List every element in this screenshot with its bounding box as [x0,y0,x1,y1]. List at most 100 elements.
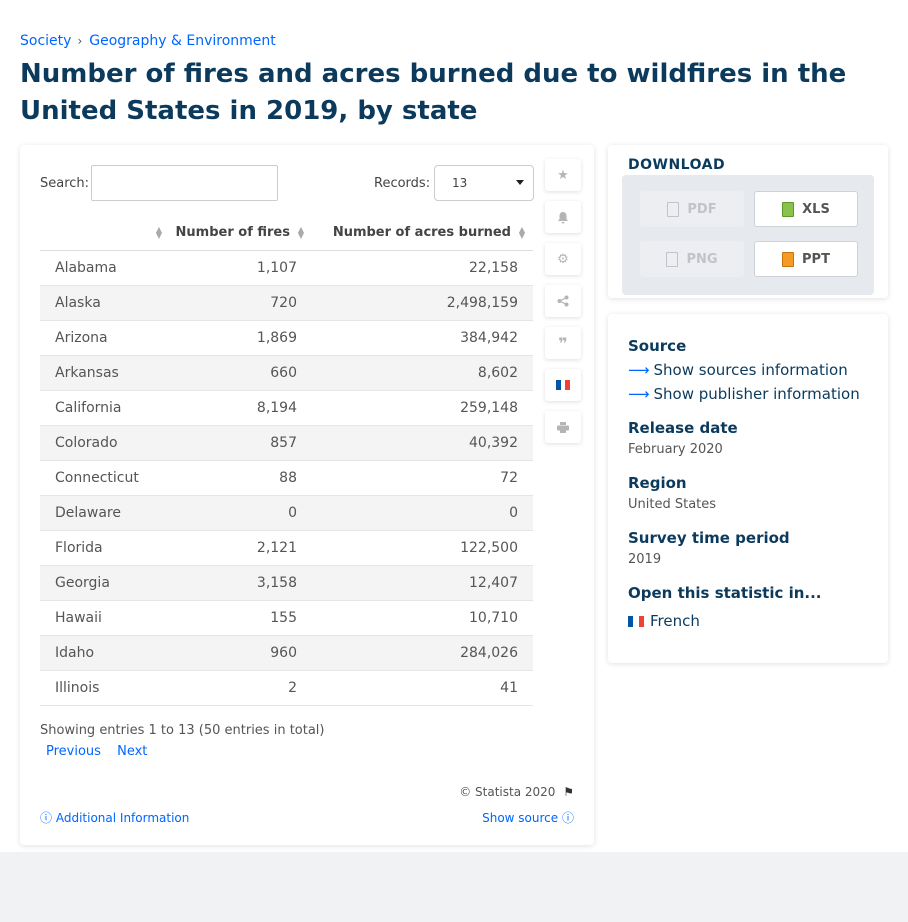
region-value: United States [628,497,717,512]
side-toolbar: ★ ⚙ ❞ [545,159,581,453]
source-heading: Source [628,337,687,355]
french-version-button[interactable] [545,369,581,401]
column-header-acres[interactable]: Number of acres burned ▲ ▼ [312,215,533,251]
settings-button[interactable]: ⚙ [545,243,581,275]
statistic-table-card: Search: Records: 13 ▲ ▼ Number of fires ▲ ▼… [20,145,594,845]
entries-info: Showing entries 1 to 13 (50 entries in t… [40,723,325,738]
cell-acres: 122,500 [312,530,533,566]
cell-fires: 1,869 [170,320,312,356]
info-circle-icon: ⓘ [40,811,53,825]
cell-state: Georgia [40,565,170,601]
table-row: Alabama 1,107 22,158 [40,250,533,286]
arrow-right-icon: ⟶ [628,385,650,403]
cell-fires: 88 [170,460,312,496]
download-xls-button[interactable]: XLS [754,191,858,227]
show-sources-link[interactable]: ⟶ Show sources information [628,361,848,379]
release-date-value: February 2020 [628,442,723,457]
sort-icon: ▲ ▼ [155,225,162,240]
search-input[interactable] [91,165,278,201]
cell-acres: 41 [312,670,533,706]
cell-fires: 155 [170,600,312,636]
region-heading: Region [628,474,687,492]
open-in-french-link[interactable]: French [628,612,700,630]
breadcrumb-item-society[interactable]: Society [20,33,71,49]
column-header-state[interactable]: ▲ ▼ [40,215,170,251]
cell-fires: 960 [170,635,312,671]
statistic-info-card: Source ⟶ Show sources information ⟶ Show p… [608,314,888,663]
open-in-heading: Open this statistic in... [628,584,822,602]
table-row: Arkansas 660 8,602 [40,355,533,391]
download-ppt-button[interactable]: PPT [754,241,858,277]
cell-state: Colorado [40,425,170,461]
release-date-heading: Release date [628,419,738,437]
download-title: DOWNLOAD [628,157,726,173]
page-title: Number of fires and acres burned due to … [20,59,847,126]
previous-button[interactable]: Previous [46,744,101,759]
cell-fires: 8,194 [170,390,312,426]
cell-fires: 857 [170,425,312,461]
cell-fires: 3,158 [170,565,312,601]
cell-state: Arkansas [40,355,170,391]
cell-state: Idaho [40,635,170,671]
table-row: Illinois 2 41 [40,670,533,706]
share-button[interactable] [545,285,581,317]
cell-fires: 660 [170,355,312,391]
cell-acres: 8,602 [312,355,533,391]
cell-state: Florida [40,530,170,566]
french-flag-icon [556,380,571,390]
sort-icon: ▲ ▼ [518,225,525,240]
copyright: © Statista 2020 ⚑ [459,785,574,799]
cell-acres: 10,710 [312,600,533,636]
breadcrumb: Society › Geography & Environment [20,33,276,49]
notification-button[interactable] [545,201,581,233]
bell-icon [558,211,568,223]
favorite-button[interactable]: ★ [545,159,581,191]
breadcrumb-item-geography[interactable]: Geography & Environment [89,33,276,49]
download-png-button[interactable]: PNG [640,241,744,277]
cell-acres: 72 [312,460,533,496]
chevron-down-icon [516,180,524,185]
gear-icon: ⚙ [557,251,569,267]
data-table: ▲ ▼ Number of fires ▲ ▼ Number of acres bur… [40,215,533,706]
download-card: DOWNLOAD PDF XLS PNG PPT [608,145,888,298]
table-row: Colorado 857 40,392 [40,425,533,461]
cell-state: Connecticut [40,460,170,496]
star-icon: ★ [557,167,569,183]
table-row: Hawaii 155 10,710 [40,600,533,636]
cell-acres: 259,148 [312,390,533,426]
cell-fires: 0 [170,495,312,531]
share-icon [557,295,569,307]
quote-icon: ❞ [558,333,568,353]
png-file-icon [666,251,679,267]
info-circle-icon: ⓘ [561,811,574,825]
cell-acres: 2,498,159 [312,285,533,321]
ppt-file-icon [782,251,795,267]
survey-period-heading: Survey time period [628,529,790,547]
cell-acres: 12,407 [312,565,533,601]
table-row: Delaware 0 0 [40,495,533,531]
cell-state: Alabama [40,250,170,286]
footer-band [0,852,908,922]
table-row: Arizona 1,869 384,942 [40,320,533,356]
cell-acres: 0 [312,495,533,531]
cell-state: Alaska [40,285,170,321]
print-button[interactable] [545,411,581,443]
next-button[interactable]: Next [117,744,147,759]
records-select[interactable]: 13 [434,165,534,201]
cell-state: Illinois [40,670,170,706]
show-source-link[interactable]: Show source ⓘ [482,809,574,826]
column-header-fires[interactable]: Number of fires ▲ ▼ [170,215,312,251]
pagination: Previous Next [46,744,159,759]
table-row: Alaska 720 2,498,159 [40,285,533,321]
cite-button[interactable]: ❞ [545,327,581,359]
flag-report-icon[interactable]: ⚑ [563,785,574,799]
search-label: Search: [40,176,90,191]
french-flag-icon [628,615,644,627]
additional-information-link[interactable]: ⓘ Additional Information [40,809,189,826]
show-publisher-link[interactable]: ⟶ Show publisher information [628,385,860,403]
download-pdf-button[interactable]: PDF [640,191,744,227]
cell-fires: 2,121 [170,530,312,566]
table-row: Idaho 960 284,026 [40,635,533,671]
cell-acres: 384,942 [312,320,533,356]
download-panel: PDF XLS PNG PPT [622,175,874,295]
